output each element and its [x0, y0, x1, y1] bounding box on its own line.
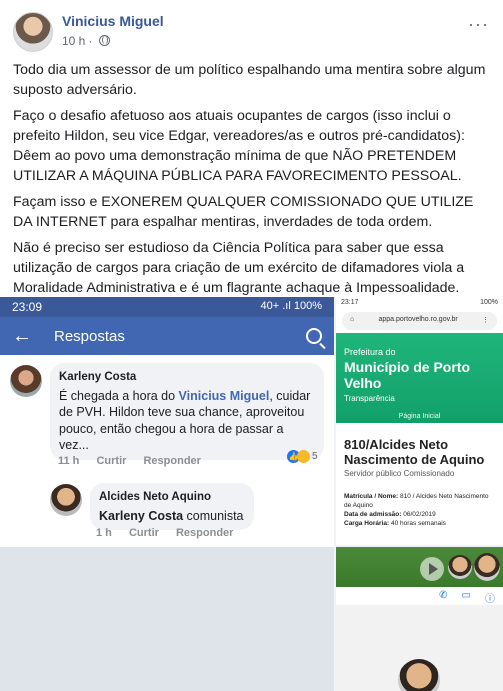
post-time[interactable]: 10 h	[62, 34, 85, 48]
hero-link: Página Inicial	[398, 413, 441, 420]
post-paragraph: Façam isso e EXONEREM QUALQUER COMISSION…	[13, 194, 474, 230]
comment-time: 1 h	[96, 527, 112, 539]
call-actions: ✆ ▭ ⓘ	[336, 587, 503, 605]
status-time: 23:17	[341, 299, 359, 306]
post-body: Todo dia um assessor de um político espa…	[13, 60, 491, 304]
status-indicators: 40+ .ıl 100%	[260, 300, 322, 312]
transparency-screenshot: 23:17 100% ⌂ appa.portovelho.ro.gov.br ⋮…	[336, 297, 503, 545]
post-meta: 10 h ·	[62, 34, 113, 48]
post-paragraph: Faço o desafio afetuoso aos atuais ocupa…	[13, 108, 465, 184]
url-bar: ⌂ appa.portovelho.ro.gov.br ⋮	[342, 312, 497, 330]
haha-reaction-icon	[297, 450, 310, 463]
detail-label: Carga Horária:	[344, 520, 390, 527]
post-header: Vinicius Miguel 10 h · ···	[0, 0, 503, 60]
like-link: Curtir	[128, 527, 159, 539]
comment-bubble: Alcides Neto Aquino Karleny Costa comuni…	[90, 483, 254, 530]
status-indicators: 100%	[480, 299, 498, 306]
contact-photo	[474, 553, 500, 581]
person-role: Servidor público Comissionado	[344, 469, 455, 478]
person-name: 810/Alcides Neto Nascimento de Aquino	[344, 437, 485, 467]
meta-separator: ·	[88, 34, 93, 48]
phone-status-bar: 23:17 100%	[336, 297, 503, 309]
person-details: Matrícula / Nome: 810 / Alcides Neto Nas…	[336, 478, 503, 528]
comment-author: Karleny Costa	[59, 371, 137, 383]
hero-pre: Prefeitura do	[344, 347, 396, 357]
phone-icon: ✆	[439, 590, 448, 601]
commenter-avatar	[10, 365, 42, 397]
lock-icon: ⌂	[350, 316, 355, 323]
detail-value: 06/02/2019	[401, 511, 436, 518]
hero-title: Município de Porto Velho	[344, 359, 470, 391]
replies-screenshot: 23:09 40+ .ıl 100% ← Respostas Karleny C…	[0, 297, 334, 691]
hero-subtitle: Transparência	[344, 394, 395, 403]
author-name[interactable]: Vinicius Miguel	[62, 13, 164, 29]
reaction-count: 5	[312, 451, 318, 462]
phone-status-bar: 23:09 40+ .ıl 100%	[0, 297, 334, 317]
post-paragraph: Não é preciso ser estudioso da Ciência P…	[13, 240, 465, 296]
post-paragraph: Todo dia um assessor de um político espa…	[13, 62, 486, 98]
comment-text-part: É chegada a hora do	[59, 388, 179, 403]
search-icon	[306, 328, 322, 344]
more-options-icon[interactable]: ···	[468, 14, 489, 35]
comment-time: 11 h	[58, 455, 80, 467]
url-text: appa.portovelho.ro.gov.br	[378, 316, 458, 323]
globe-icon	[98, 35, 110, 46]
screenshot-filler	[0, 547, 334, 691]
detail-value: 40 horas semanais	[389, 520, 446, 527]
comment-text: É chegada a hora do Vinicius Miguel, cui…	[59, 388, 315, 454]
play-icon	[420, 557, 444, 581]
comment-text: Karleny Costa comunista	[99, 508, 245, 525]
back-arrow-icon: ←	[12, 324, 32, 347]
comment-actions: 1 h Curtir Responder	[96, 527, 247, 539]
comment-mention: Karleny Costa	[99, 508, 184, 523]
reply-link: Responder	[143, 455, 201, 467]
detail-row: Matrícula / Nome: 810 / Alcides Neto Nas…	[344, 492, 495, 510]
detail-label: Matrícula / Nome:	[344, 493, 399, 500]
comment-actions: 11 h Curtir Responder	[58, 455, 215, 467]
comment-bubble: Karleny Costa É chegada a hora do Vinici…	[50, 363, 324, 460]
replies-title: Respostas	[54, 327, 125, 345]
detail-row: Carga Horária: 40 horas semanais	[344, 519, 495, 528]
commenter-avatar	[50, 484, 82, 516]
replies-appbar: ← Respostas	[0, 317, 334, 355]
detail-row: Data de admissão: 06/02/2019	[344, 510, 495, 519]
video-icon: ▭	[461, 590, 471, 601]
menu-icon: ⋮	[482, 317, 489, 324]
comment-author: Alcides Neto Aquino	[99, 491, 212, 503]
post-media[interactable]: 23:09 40+ .ıl 100% ← Respostas Karleny C…	[0, 297, 503, 691]
detail-label: Data de admissão:	[344, 511, 402, 518]
site-hero: Prefeitura do Município de Porto Velho T…	[336, 333, 503, 423]
comment-text-part: comunista	[183, 508, 244, 523]
profile-photo	[398, 659, 440, 691]
video-call-screenshot: ✆ ▭ ⓘ	[336, 547, 503, 691]
reply-link: Responder	[175, 527, 234, 539]
like-link: Curtir	[96, 455, 127, 467]
reaction-summary: 👍 5	[287, 450, 318, 463]
author-avatar[interactable]	[13, 12, 53, 52]
status-time: 23:09	[12, 300, 43, 314]
comment-mention: Vinicius Miguel	[178, 388, 270, 403]
info-icon: ⓘ	[485, 594, 495, 605]
contact-photo	[448, 555, 472, 579]
